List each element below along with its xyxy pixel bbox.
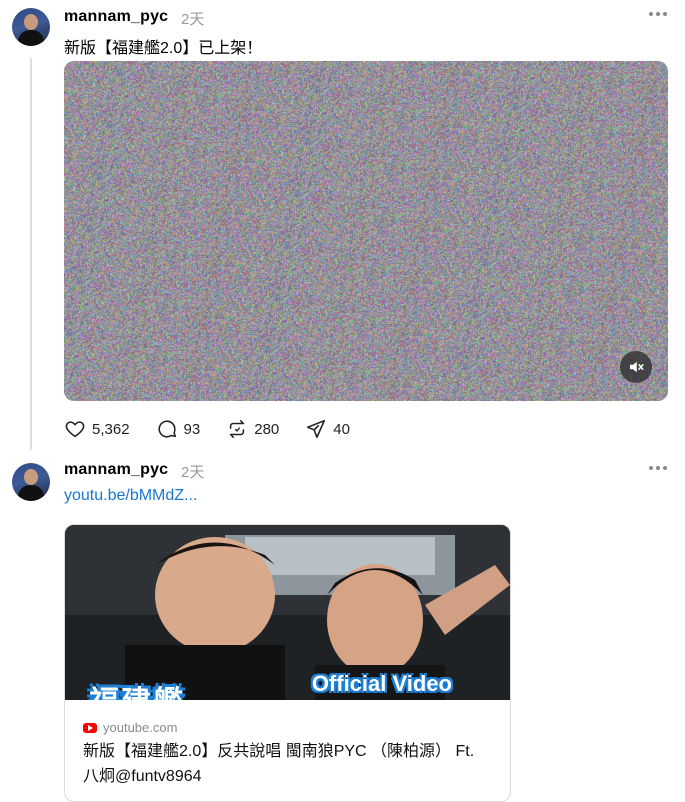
repost-button[interactable]: 280 <box>226 418 279 440</box>
video-thumbnail: 福建艦 Official Video <box>65 525 510 700</box>
avatar[interactable] <box>12 8 50 46</box>
username[interactable]: mannam_pyc <box>64 8 168 26</box>
comment-count: 93 <box>183 420 201 438</box>
post-actions: 5,362 93 280 40 <box>64 418 376 440</box>
username[interactable]: mannam_pyc <box>64 461 168 479</box>
heart-icon <box>65 421 85 438</box>
comment-icon <box>158 420 176 438</box>
thread-line <box>30 58 32 450</box>
card-title: 新版【福建艦2.0】反共說唱 閩南狼PYC （陳柏源） Ft. 八炯@funtv… <box>83 743 475 785</box>
card-domain-text: youtube.com <box>103 720 178 735</box>
post-time: 2天 <box>181 464 205 481</box>
card-domain: youtube.com <box>83 720 177 735</box>
avatar[interactable] <box>12 463 50 501</box>
repost-icon <box>230 419 245 439</box>
share-button[interactable]: 40 <box>305 418 350 440</box>
more-icon[interactable] <box>649 466 667 472</box>
thumbnail-title-overlay: 福建艦 <box>89 677 185 700</box>
thumbnail-overlay-text: Official Video <box>311 671 452 696</box>
comment-button[interactable]: 93 <box>156 418 201 440</box>
youtube-icon <box>83 722 97 733</box>
post-time: 2天 <box>181 11 205 28</box>
repost-count: 280 <box>254 420 280 438</box>
more-icon[interactable] <box>649 12 667 18</box>
video-player[interactable] <box>64 61 668 401</box>
like-count: 5,362 <box>92 420 130 438</box>
link-preview-card[interactable]: 福建艦 Official Video youtube.com 新版【福建艦2.0… <box>64 524 511 802</box>
post-caption: 新版【福建艦2.0】已上架！ <box>64 40 263 57</box>
mute-icon[interactable] <box>620 351 652 383</box>
post-link[interactable]: youtu.be/bMMdZ... <box>64 487 197 505</box>
share-icon <box>307 419 326 439</box>
like-button[interactable]: 5,362 <box>64 418 130 440</box>
share-count: 40 <box>333 420 350 438</box>
